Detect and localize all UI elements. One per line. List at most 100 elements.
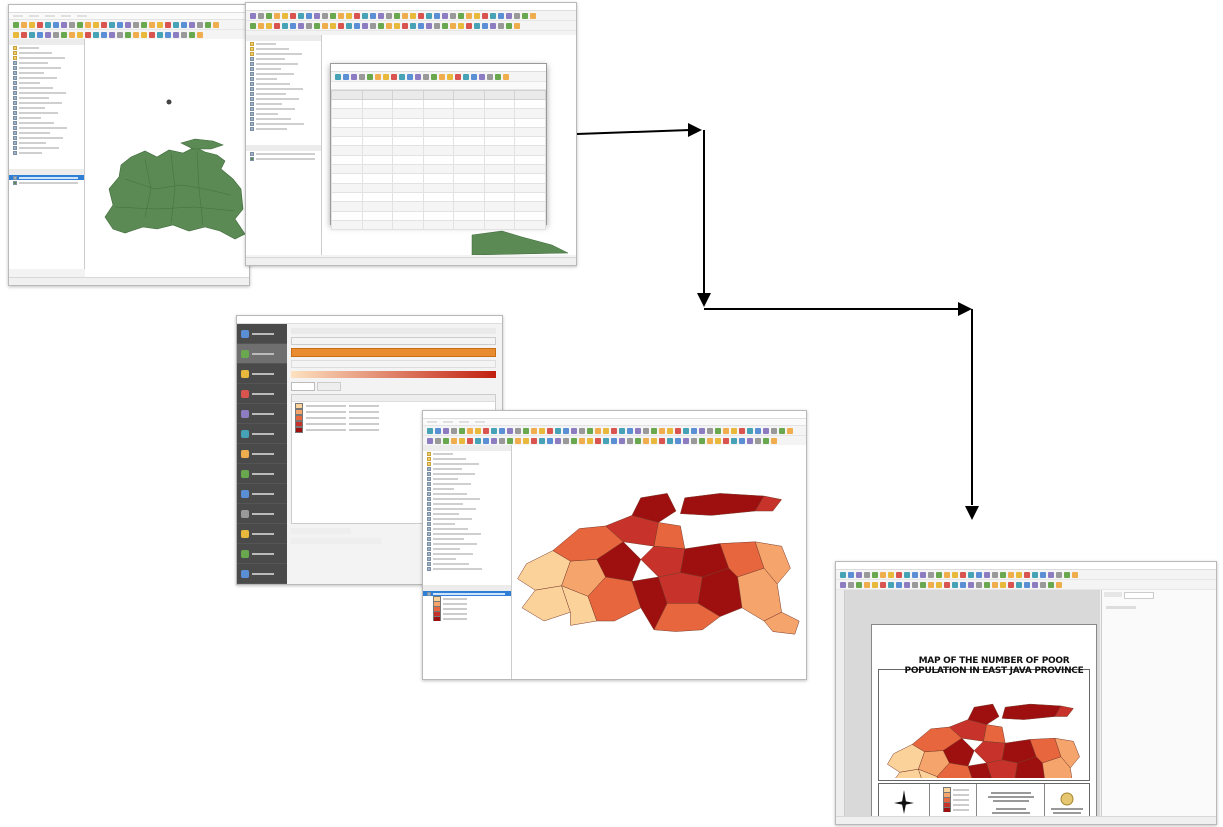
toolbar-icon[interactable] xyxy=(530,12,536,19)
toolbar-icon[interactable] xyxy=(595,437,601,444)
toolbar-icon[interactable] xyxy=(603,427,609,434)
toolbar-icon[interactable] xyxy=(635,437,641,444)
browser-item[interactable] xyxy=(9,150,84,155)
toolbar-icon[interactable] xyxy=(755,437,761,444)
toolbar-icon[interactable] xyxy=(133,31,139,38)
toolbar-icon[interactable] xyxy=(197,21,203,28)
toolbar-icon[interactable] xyxy=(763,427,769,434)
menu-item[interactable] xyxy=(427,421,437,423)
toolbar-icon[interactable] xyxy=(920,571,926,578)
toolbar-icon[interactable] xyxy=(274,22,280,29)
toolbar-icon[interactable] xyxy=(29,21,35,28)
toolbar-icon[interactable] xyxy=(531,427,537,434)
mode-select[interactable] xyxy=(291,360,496,368)
toolbar-icon[interactable] xyxy=(491,437,497,444)
toolbar-icon[interactable] xyxy=(370,22,376,29)
column-header[interactable] xyxy=(392,90,424,100)
toolbar-icon[interactable] xyxy=(451,437,457,444)
toolbar-icon[interactable] xyxy=(13,31,19,38)
toolbar-icon[interactable] xyxy=(968,571,974,578)
toolbar-icon[interactable] xyxy=(21,31,27,38)
toolbar-icon[interactable] xyxy=(723,437,729,444)
toolbar-icon[interactable] xyxy=(683,427,689,434)
toolbar-icon[interactable] xyxy=(659,437,665,444)
toolbar-icon[interactable] xyxy=(619,427,625,434)
layout-canvas[interactable]: MAP OF THE NUMBER OF POOR POPULATION IN … xyxy=(845,590,1100,824)
toolbar-icon[interactable] xyxy=(579,437,585,444)
toolbar-icon[interactable] xyxy=(274,12,280,19)
toolbar-icon[interactable] xyxy=(109,21,115,28)
toolbar-icon[interactable] xyxy=(691,437,697,444)
toolbar-icon[interactable] xyxy=(547,427,553,434)
toolbar-icon[interactable] xyxy=(386,12,392,19)
toolbar-icon[interactable] xyxy=(482,12,488,19)
toolbar-icon[interactable] xyxy=(507,437,513,444)
toolbar-icon[interactable] xyxy=(479,73,485,80)
menu-item[interactable] xyxy=(29,15,39,17)
toolbar-icon[interactable] xyxy=(266,22,272,29)
toolbar-icon[interactable] xyxy=(362,22,368,29)
column-header[interactable] xyxy=(361,90,394,100)
toolbar-icon[interactable] xyxy=(466,12,472,19)
toolbar-icon[interactable] xyxy=(125,21,131,28)
toolbar-icon[interactable] xyxy=(282,12,288,19)
toolbar-icon[interactable] xyxy=(840,581,846,588)
nav-item[interactable] xyxy=(237,404,287,424)
nav-item[interactable] xyxy=(237,344,287,364)
renderer-select[interactable] xyxy=(291,328,496,334)
toolbar-icon[interactable] xyxy=(936,581,942,588)
toolbar-icon[interactable] xyxy=(587,437,593,444)
toolbar-icon[interactable] xyxy=(699,427,705,434)
toolbar-icon[interactable] xyxy=(627,437,633,444)
toolbar-icon[interactable] xyxy=(555,427,561,434)
toolbar-icon[interactable] xyxy=(427,427,433,434)
toolbar-icon[interactable] xyxy=(495,73,501,80)
toolbar-icon[interactable] xyxy=(298,12,304,19)
table-row[interactable] xyxy=(331,173,546,184)
nav-item[interactable] xyxy=(237,544,287,564)
toolbar-icon[interactable] xyxy=(1048,571,1054,578)
nav-item[interactable] xyxy=(237,444,287,464)
toolbar-icon[interactable] xyxy=(872,581,878,588)
table-row[interactable] xyxy=(331,117,546,128)
tab-item-properties[interactable] xyxy=(1124,592,1154,599)
toolbar-icon[interactable] xyxy=(499,437,505,444)
toolbar-icon[interactable] xyxy=(1016,571,1022,578)
column-header[interactable] xyxy=(331,90,363,100)
toolbar-icon[interactable] xyxy=(402,12,408,19)
toolbar-icon[interactable] xyxy=(370,12,376,19)
toolbar-icon[interactable] xyxy=(864,571,870,578)
toolbar-icon[interactable] xyxy=(667,437,673,444)
toolbar-icon[interactable] xyxy=(1024,571,1030,578)
color-ramp-selector[interactable] xyxy=(291,348,496,357)
toolbar-icon[interactable] xyxy=(290,12,296,19)
toolbar-icon[interactable] xyxy=(912,571,918,578)
toolbar-icon[interactable] xyxy=(928,571,934,578)
toolbar-icon[interactable] xyxy=(21,21,27,28)
toolbar-icon[interactable] xyxy=(378,22,384,29)
toolbar-icon[interactable] xyxy=(944,571,950,578)
toolbar-icon[interactable] xyxy=(1072,571,1078,578)
toolbar-icon[interactable] xyxy=(1024,581,1030,588)
toolbar-icon[interactable] xyxy=(391,73,397,80)
toolbar-icon[interactable] xyxy=(125,31,131,38)
toolbar-icon[interactable] xyxy=(189,31,195,38)
toolbar-icon[interactable] xyxy=(1008,571,1014,578)
tab-classes[interactable] xyxy=(291,382,315,391)
toolbar-icon[interactable] xyxy=(61,21,67,28)
toolbar-icon[interactable] xyxy=(872,571,878,578)
toolbar-icon[interactable] xyxy=(471,73,477,80)
toolbar-icon[interactable] xyxy=(731,427,737,434)
toolbar-icon[interactable] xyxy=(442,22,448,29)
toolbar-icon[interactable] xyxy=(611,437,617,444)
menu-item[interactable] xyxy=(475,421,485,423)
toolbar-icon[interactable] xyxy=(771,427,777,434)
toolbar-icon[interactable] xyxy=(739,437,745,444)
toolbar-icon[interactable] xyxy=(306,22,312,29)
table-row[interactable] xyxy=(331,136,546,147)
nav-item[interactable] xyxy=(237,464,287,484)
toolbar-icon[interactable] xyxy=(435,427,441,434)
toolbar-icon[interactable] xyxy=(715,427,721,434)
toolbar-icon[interactable] xyxy=(539,437,545,444)
toolbar-icon[interactable] xyxy=(539,427,545,434)
